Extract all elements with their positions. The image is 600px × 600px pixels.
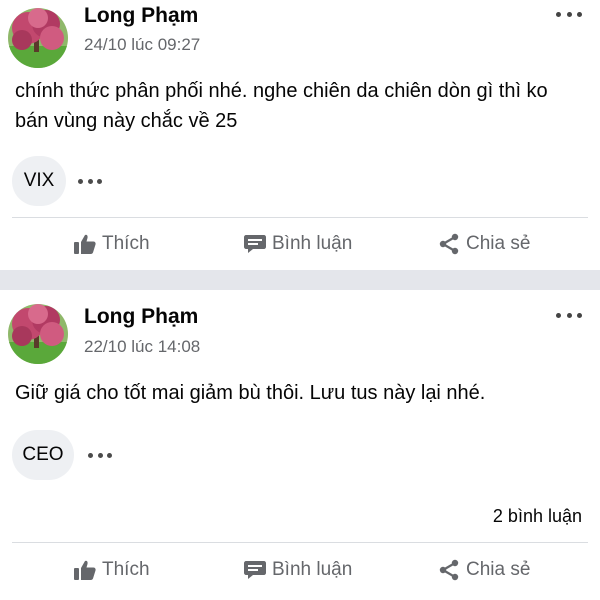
post-author[interactable]: Long Phạm [84,4,198,28]
divider [12,217,588,218]
share-button[interactable]: Chia sẻ [438,224,530,264]
avatar-blossom-image [8,8,68,68]
avatar-blossom-image [8,304,68,364]
action-bar: Thích Bình luận Chia sẻ [0,224,600,264]
post-text: Giữ giá cho tốt mai giảm bù thôi. Lưu tu… [15,382,486,404]
more-options-icon[interactable] [556,310,582,320]
tag-more-icon[interactable] [78,177,102,185]
like-thumb-icon [74,234,96,254]
post-timestamp[interactable]: 24/10 lúc 09:27 [84,35,200,55]
tag-more-icon[interactable] [88,451,112,459]
share-icon [439,233,459,255]
like-label: Thích [102,233,150,254]
comment-label: Bình luận [272,233,353,254]
comment-label: Bình luận [272,559,353,580]
share-icon [439,559,459,581]
post-text: chính thức phân phối nhé. nghe chiên da … [15,80,548,132]
like-label: Thích [102,559,150,580]
share-button[interactable]: Chia sẻ [438,550,530,590]
share-label: Chia sẻ [466,233,531,254]
post-author[interactable]: Long Phạm [84,305,198,329]
divider [12,542,588,543]
post-card: Long Phạm 24/10 lúc 09:27 chính thức phâ… [0,0,600,270]
avatar[interactable] [8,8,68,68]
like-button[interactable]: Thích [74,224,150,264]
comment-bubble-icon [244,561,266,579]
comment-button[interactable]: Bình luận [244,550,352,590]
action-bar: Thích Bình luận Chia sẻ [0,550,600,590]
avatar[interactable] [8,304,68,364]
like-thumb-icon [74,560,96,580]
comments-count[interactable]: 2 bình luận [493,506,582,527]
stock-tag[interactable]: VIX [12,156,66,206]
share-label: Chia sẻ [466,559,531,580]
post-separator [0,270,600,290]
post-timestamp[interactable]: 22/10 lúc 14:08 [84,337,200,357]
post-card: Long Phạm 22/10 lúc 14:08 Giữ giá cho tố… [0,290,600,600]
more-options-icon[interactable] [556,9,582,19]
stock-tag[interactable]: CEO [12,430,74,480]
comment-bubble-icon [244,235,266,253]
like-button[interactable]: Thích [74,550,150,590]
comment-button[interactable]: Bình luận [244,224,352,264]
